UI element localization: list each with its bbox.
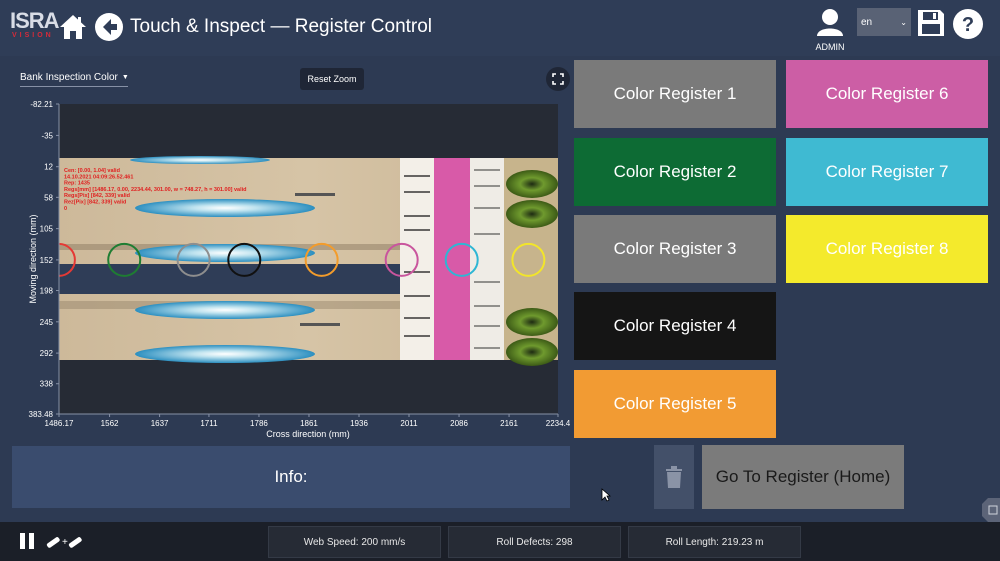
- web-speed-stat: Web Speed: 200 mm/s: [268, 526, 441, 558]
- logo-subtext: VISION: [12, 32, 54, 39]
- bank-inspection-select[interactable]: Bank Inspection Color ▼: [20, 69, 129, 87]
- y-tick-label: -82.21: [30, 100, 53, 109]
- color-register-2-button[interactable]: Color Register 2: [574, 138, 776, 206]
- color-register-6-button[interactable]: Color Register 6: [786, 60, 988, 128]
- y-tick-label: 292: [40, 349, 54, 358]
- go-to-register-home-button[interactable]: Go To Register (Home): [702, 445, 904, 509]
- color-register-4-button[interactable]: Color Register 4: [574, 292, 776, 360]
- x-tick-label: 2086: [450, 419, 468, 428]
- caret-down-icon: ▼: [121, 74, 129, 81]
- y-tick-label: -35: [41, 131, 53, 140]
- tools-icon[interactable]: +: [44, 531, 82, 551]
- back-arrow-icon[interactable]: [94, 12, 124, 42]
- y-tick-label: 198: [40, 287, 54, 296]
- roll-defects-stat: Roll Defects: 298: [448, 526, 621, 558]
- trash-icon: [666, 466, 682, 488]
- y-axis-label: Moving direction (mm): [28, 214, 38, 303]
- y-tick-label: 152: [40, 256, 54, 265]
- y-tick-label: 338: [40, 380, 54, 389]
- x-tick-label: 1711: [200, 419, 218, 428]
- side-panel-tab-icon[interactable]: [982, 498, 1000, 522]
- page-title: Touch & Inspect — Register Control: [130, 16, 433, 37]
- user-account[interactable]: ADMIN: [812, 8, 848, 52]
- y-tick-label: 12: [44, 163, 53, 172]
- user-role-label: ADMIN: [815, 42, 845, 52]
- roll-length-stat: Roll Length: 219.23 m: [628, 526, 801, 558]
- status-bar: + Web Speed: 200 mm/s Roll Defects: 298 …: [0, 522, 1000, 561]
- fullscreen-icon[interactable]: [546, 67, 570, 91]
- web-speed-value: Web Speed: 200 mm/s: [303, 536, 406, 548]
- language-value: en: [861, 16, 873, 28]
- overlay-line: Regs[Pix] [842, 339] valid: [64, 193, 130, 199]
- help-icon[interactable]: ?: [952, 8, 984, 40]
- y-tick-label: 245: [40, 318, 54, 327]
- x-tick-label: 2011: [400, 419, 418, 428]
- overlay-line: 0: [64, 206, 67, 212]
- color-register-3-button[interactable]: Color Register 3: [574, 215, 776, 283]
- info-panel: Info:: [12, 446, 570, 508]
- y-tick-label: 58: [44, 193, 53, 202]
- x-tick-label: 1486.17: [45, 419, 74, 428]
- x-tick-label: 1562: [101, 419, 119, 428]
- info-label: Info:: [274, 467, 308, 486]
- x-axis-label: Cross direction (mm): [266, 429, 350, 439]
- save-icon[interactable]: [916, 8, 946, 38]
- language-select[interactable]: en ⌄: [857, 8, 911, 36]
- register-chart[interactable]: Cen: [0.00, 1.04] valid14.10.2021 04:09:…: [0, 96, 572, 440]
- roll-length-value: Roll Length: 219.23 m: [665, 536, 764, 548]
- y-tick-label: 383.48: [29, 410, 54, 419]
- overlay-line: Cen: [0.00, 1.04] valid: [64, 168, 120, 174]
- svg-text:+: +: [62, 537, 68, 548]
- color-register-8-button[interactable]: Color Register 8: [786, 215, 988, 283]
- logo-text: ISRA: [10, 8, 60, 33]
- overlay-line: Rep: 1435: [64, 181, 90, 187]
- overlay-line: Rez[Pix] [842, 339] valid: [64, 200, 126, 206]
- x-tick-label: 1637: [151, 419, 169, 428]
- bank-select-value: Bank Inspection Color: [20, 72, 118, 83]
- x-tick-label: 1861: [300, 419, 318, 428]
- color-register-1-button[interactable]: Color Register 1: [574, 60, 776, 128]
- x-tick-label: 2161: [500, 419, 518, 428]
- overlay-line: 14.10.2021 04:09:26.52.461: [64, 174, 133, 180]
- home-icon[interactable]: [58, 12, 88, 42]
- color-register-5-button[interactable]: Color Register 5: [574, 370, 776, 438]
- pause-icon[interactable]: [18, 531, 36, 551]
- isra-vision-logo: ISRA VISION: [10, 8, 60, 46]
- y-tick-label: 105: [40, 225, 54, 234]
- x-tick-label: 2234.4: [546, 419, 571, 428]
- mouse-cursor-icon: [601, 488, 611, 502]
- color-register-7-button[interactable]: Color Register 7: [786, 138, 988, 206]
- svg-text:?: ?: [962, 14, 974, 36]
- reset-zoom-button[interactable]: Reset Zoom: [300, 68, 364, 90]
- roll-defects-value: Roll Defects: 298: [496, 536, 573, 548]
- x-tick-label: 1936: [350, 419, 368, 428]
- overlay-line: Regs[mm] [1486.17, 0.00, 2234.44, 301.00…: [64, 187, 247, 193]
- x-tick-label: 1786: [250, 419, 268, 428]
- header-bar: ISRA VISION Touch & Inspect — Register C…: [0, 0, 1000, 56]
- delete-button[interactable]: [654, 445, 694, 509]
- user-icon: [817, 9, 843, 36]
- chevron-down-icon: ⌄: [900, 17, 907, 27]
